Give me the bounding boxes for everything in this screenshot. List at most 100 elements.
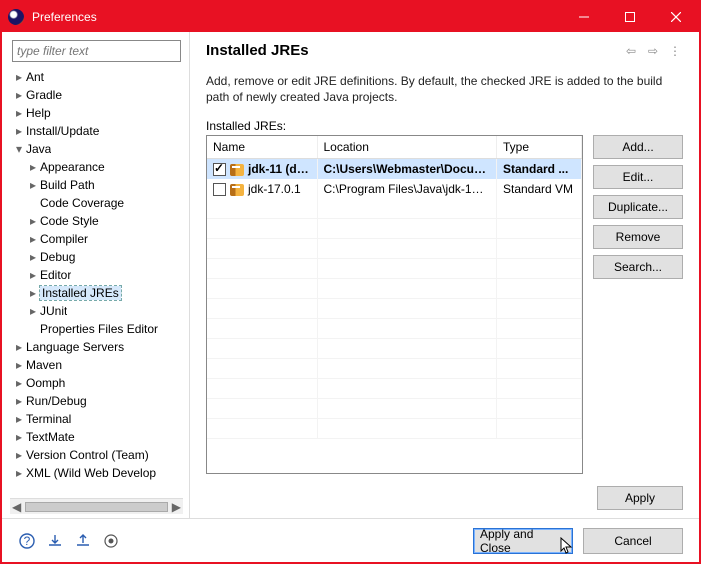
duplicate-button[interactable]: Duplicate... [593, 195, 683, 219]
chevron-right-icon[interactable]: ▸ [26, 268, 40, 282]
page-title: Installed JREs [206, 42, 623, 59]
chevron-right-icon[interactable]: ▸ [12, 412, 26, 426]
tree-item[interactable]: ▸Language Servers [8, 338, 187, 356]
main-panel: Installed JREs ⇦ ⇨ ⋮ Add, remove or edit… [190, 32, 699, 518]
tree-item-label: Help [26, 106, 51, 120]
tree-item[interactable]: ▸Code Style [8, 212, 187, 230]
table-row[interactable]: jdk-11 (de... C:\Users\Webmaster\Docum...… [207, 159, 582, 179]
filter-input[interactable] [12, 40, 181, 62]
tree-item[interactable]: ▸Maven [8, 356, 187, 374]
scroll-right-icon[interactable]: ▶ [172, 500, 181, 514]
chevron-right-icon[interactable]: ▸ [26, 250, 40, 264]
tree-item[interactable]: ▸Install/Update [8, 122, 187, 140]
preferences-tree[interactable]: ▸Ant▸Gradle▸Help▸Install/Update▾Java▸App… [6, 68, 187, 496]
cursor-icon [560, 537, 574, 555]
tree-item-label: Maven [26, 358, 62, 372]
tree-item-label: Terminal [26, 412, 71, 426]
cell-location: C:\Users\Webmaster\Docum... [317, 159, 497, 179]
tree-item[interactable]: ▸Debug [8, 248, 187, 266]
chevron-down-icon[interactable]: ▾ [12, 142, 26, 156]
tree-item[interactable]: ▸Compiler [8, 230, 187, 248]
tree-item-label: Build Path [40, 178, 95, 192]
apply-and-close-button[interactable]: Apply and Close [473, 528, 573, 554]
chevron-right-icon[interactable]: ▸ [12, 376, 26, 390]
help-icon[interactable]: ? [18, 532, 36, 550]
chevron-right-icon[interactable]: ▸ [12, 106, 26, 120]
cell-location: C:\Program Files\Java\jdk-17.0.1 [317, 179, 497, 199]
tree-item[interactable]: ▸Version Control (Team) [8, 446, 187, 464]
tree-item[interactable]: ▾Java [8, 140, 187, 158]
tree-item[interactable]: ▸Gradle [8, 86, 187, 104]
chevron-right-icon[interactable]: ▸ [26, 160, 40, 174]
tree-item[interactable]: ▸Installed JREs [8, 284, 187, 302]
chevron-right-icon[interactable]: ▸ [12, 124, 26, 138]
tree-item-label: Installed JREs [40, 286, 121, 300]
add-button[interactable]: Add... [593, 135, 683, 159]
col-type[interactable]: Type [497, 136, 582, 159]
tree-item-label: Code Style [40, 214, 99, 228]
remove-button[interactable]: Remove [593, 225, 683, 249]
back-icon[interactable]: ⇦ [623, 43, 639, 59]
apply-button[interactable]: Apply [597, 486, 683, 510]
tree-item[interactable]: ▸Ant [8, 68, 187, 86]
table-row[interactable]: jdk-17.0.1 C:\Program Files\Java\jdk-17.0… [207, 179, 582, 199]
scroll-left-icon[interactable]: ◀ [12, 500, 21, 514]
apply-and-close-label: Apply and Close [480, 527, 566, 555]
chevron-right-icon[interactable]: ▸ [26, 304, 40, 318]
tree-item[interactable]: Code Coverage [8, 194, 187, 212]
default-jre-checkbox[interactable] [213, 183, 226, 196]
maximize-button[interactable] [607, 2, 653, 32]
tree-item[interactable]: ▸Terminal [8, 410, 187, 428]
search-button[interactable]: Search... [593, 255, 683, 279]
tree-item[interactable]: ▸Run/Debug [8, 392, 187, 410]
jre-table[interactable]: Name Location Type jdk-11 (de... C:\Users… [206, 135, 583, 474]
scroll-thumb[interactable] [25, 502, 168, 512]
tree-item[interactable]: ▸Editor [8, 266, 187, 284]
chevron-right-icon[interactable]: ▸ [12, 340, 26, 354]
tree-item[interactable]: ▸Oomph [8, 374, 187, 392]
tree-item[interactable]: Properties Files Editor [8, 320, 187, 338]
tree-item[interactable]: ▸JUnit [8, 302, 187, 320]
col-name[interactable]: Name [207, 136, 317, 159]
table-label: Installed JREs: [206, 119, 683, 133]
tree-item-label: Gradle [26, 88, 62, 102]
close-button[interactable] [653, 2, 699, 32]
chevron-right-icon[interactable]: ▸ [12, 466, 26, 480]
col-location[interactable]: Location [317, 136, 497, 159]
chevron-right-icon[interactable]: ▸ [12, 448, 26, 462]
chevron-right-icon[interactable]: ▸ [12, 70, 26, 84]
tree-item-label: JUnit [40, 304, 67, 318]
import-icon[interactable] [46, 532, 64, 550]
tree-item-label: Java [26, 142, 51, 156]
tree-item[interactable]: ▸TextMate [8, 428, 187, 446]
cell-name: jdk-17.0.1 [248, 182, 301, 196]
export-icon[interactable] [74, 532, 92, 550]
tree-item-label: Code Coverage [40, 196, 124, 210]
chevron-right-icon[interactable]: ▸ [26, 286, 40, 300]
footer: ? Apply and Close Cancel [2, 518, 699, 562]
chevron-right-icon[interactable]: ▸ [12, 430, 26, 444]
chevron-right-icon[interactable]: ▸ [12, 88, 26, 102]
tree-item[interactable]: ▸Appearance [8, 158, 187, 176]
minimize-button[interactable] [561, 2, 607, 32]
tree-item[interactable]: ▸Help [8, 104, 187, 122]
chevron-right-icon[interactable]: ▸ [26, 178, 40, 192]
cancel-button[interactable]: Cancel [583, 528, 683, 554]
tree-item[interactable]: ▸XML (Wild Web Develop [8, 464, 187, 482]
chevron-right-icon[interactable]: ▸ [26, 232, 40, 246]
tree-item[interactable]: ▸Build Path [8, 176, 187, 194]
tree-item-label: XML (Wild Web Develop [26, 466, 156, 480]
record-icon[interactable] [102, 532, 120, 550]
chevron-right-icon[interactable]: ▸ [12, 394, 26, 408]
forward-icon[interactable]: ⇨ [645, 43, 661, 59]
cell-name: jdk-11 (de... [248, 162, 313, 176]
chevron-right-icon[interactable]: ▸ [26, 214, 40, 228]
chevron-right-icon[interactable]: ▸ [12, 358, 26, 372]
menu-icon[interactable]: ⋮ [667, 43, 683, 59]
jre-icon [230, 164, 244, 176]
edit-button[interactable]: Edit... [593, 165, 683, 189]
tree-item-label: TextMate [26, 430, 75, 444]
horizontal-scrollbar[interactable]: ◀ ▶ [10, 498, 183, 514]
default-jre-checkbox[interactable] [213, 163, 226, 176]
tree-item-label: Language Servers [26, 340, 124, 354]
